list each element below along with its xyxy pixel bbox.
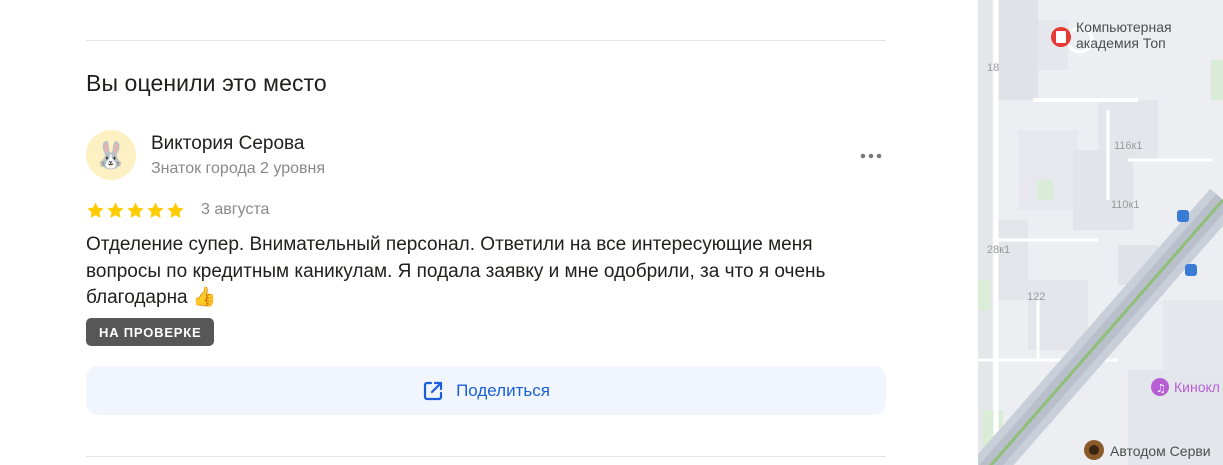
share-button[interactable]: Поделиться: [86, 366, 886, 415]
status-badge: НА ПРОВЕРКЕ: [86, 318, 215, 346]
review-text: Отделение супер. Внимательный персонал. …: [86, 234, 826, 308]
star-icon: [127, 202, 144, 218]
building-number: 122: [1027, 291, 1046, 303]
share-icon: [423, 381, 443, 400]
star-icon: [87, 202, 104, 218]
bottom-divider: [86, 456, 886, 457]
avatar-emoji: 🐰: [94, 140, 128, 170]
building-number: 18: [987, 62, 1000, 74]
share-label: Поделиться: [456, 380, 550, 400]
author-name[interactable]: Виктория Серова: [151, 133, 304, 155]
building-number: 110к1: [1111, 199, 1140, 211]
avatar[interactable]: 🐰: [86, 130, 136, 180]
section-title: Вы оценили это место: [86, 70, 327, 96]
poi-cinema[interactable]: Кинокл: [1174, 379, 1220, 395]
map[interactable]: ♫ Компьютерная академия Топ Кинокл Автод…: [978, 0, 1223, 465]
rating-stars: [86, 201, 185, 220]
building-number: 116к1: [1114, 140, 1143, 152]
more-dots-icon: [860, 153, 882, 159]
author-level: Знаток города 2 уровня: [151, 160, 326, 177]
top-divider: [86, 40, 886, 41]
more-options-button[interactable]: [856, 144, 886, 168]
star-icon: [107, 202, 124, 218]
svg-text:♫: ♫: [1156, 382, 1166, 395]
review-date: 3 августа: [201, 201, 270, 218]
poi-academy[interactable]: Компьютерная академия Топ: [1076, 19, 1172, 51]
poi-autodom[interactable]: Автодом Серви: [1110, 443, 1211, 459]
map-canvas: ♫: [978, 0, 1223, 465]
building-number: 28к1: [987, 244, 1011, 256]
star-icon: [147, 202, 164, 218]
star-icon: [167, 202, 184, 218]
review-panel: Вы оценили это место 🐰 Виктория Серова З…: [0, 0, 978, 465]
